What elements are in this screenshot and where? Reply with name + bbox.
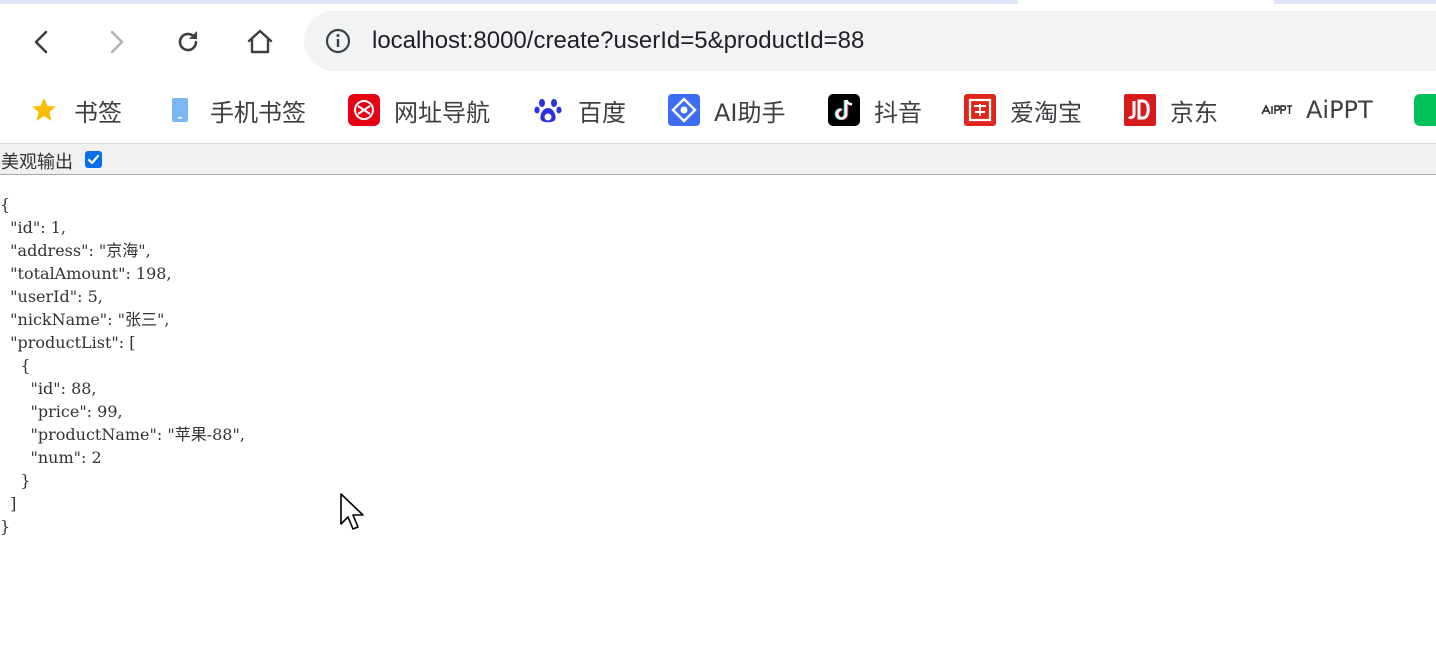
jd-icon — [1124, 94, 1156, 126]
home-button[interactable] — [240, 22, 280, 62]
bookmark-label: 京东 — [1170, 98, 1218, 127]
bookmark-aippt[interactable]: AiPPT — [1260, 90, 1373, 130]
json-line: "num": 2 — [0, 448, 102, 467]
back-button[interactable] — [22, 22, 62, 62]
page-toolbar: 美观输出 — [0, 143, 1436, 175]
star-icon — [28, 94, 60, 126]
json-line: "address": "京海", — [0, 241, 151, 260]
browser-toolbar: localhost:8000/create?userId=5&productId… — [0, 4, 1436, 80]
json-line: "productList": [ — [0, 333, 136, 352]
back-arrow-icon — [34, 30, 48, 54]
json-line: "id": 1, — [0, 218, 66, 237]
bookmark-label: 书签 — [74, 98, 122, 127]
iqiyi-icon — [1414, 94, 1436, 126]
baidu-paw-icon — [532, 94, 564, 126]
bookmark-mobile-bookmarks[interactable]: 手机书签 — [164, 90, 306, 130]
forward-button[interactable] — [96, 22, 136, 62]
pretty-print-checkbox[interactable] — [85, 151, 102, 168]
ai-assistant-icon — [668, 94, 700, 126]
bookmark-label: AiPPT — [1306, 96, 1373, 124]
bookmark-overflow[interactable] — [1414, 90, 1436, 130]
bookmark-label: 百度 — [578, 98, 626, 127]
douyin-icon — [828, 94, 860, 126]
json-line: { — [0, 356, 31, 375]
forward-arrow-icon — [110, 30, 124, 54]
json-line: "totalAmount": 198, — [0, 264, 172, 283]
json-line: ] — [0, 494, 17, 513]
bookmark-web-navigation[interactable]: 网址导航 — [348, 90, 490, 130]
bookmark-label: 网址导航 — [394, 98, 490, 127]
home-icon — [247, 29, 273, 54]
bookmark-label: 爱淘宝 — [1010, 98, 1082, 127]
json-line: "productName": "苹果-88", — [0, 425, 245, 444]
reload-icon — [178, 31, 198, 52]
json-line: "userId": 5, — [0, 287, 103, 306]
taobao-icon — [964, 94, 996, 126]
url-text[interactable]: localhost:8000/create?userId=5&productId… — [372, 27, 864, 55]
aippt-logo-icon — [1260, 94, 1292, 126]
phone-icon — [164, 94, 196, 126]
bookmark-ai-assistant[interactable]: AI助手 — [668, 90, 786, 130]
json-viewer: { "id": 1, "address": "京海", "totalAmount… — [0, 193, 245, 538]
reload-button[interactable] — [168, 22, 208, 62]
pretty-print-label: 美观输出 — [1, 152, 73, 173]
bookmark-label: 抖音 — [874, 98, 922, 127]
navigation-logo-icon — [348, 94, 380, 126]
bookmark-label: 手机书签 — [210, 98, 306, 127]
bookmark-label: AI助手 — [714, 98, 786, 127]
bookmark-baidu[interactable]: 百度 — [532, 90, 626, 130]
info-icon[interactable] — [324, 27, 352, 55]
bookmark-douyin[interactable]: 抖音 — [828, 90, 922, 130]
mouse-cursor-icon — [340, 493, 364, 530]
bookmark-jd[interactable]: 京东 — [1124, 90, 1218, 130]
bookmarks-bar: 书签 手机书签 网址导航 百度 AI助手 抖音 爱淘宝 京东 AiPPT — [0, 80, 1436, 142]
json-line: } — [0, 517, 11, 536]
json-line: "nickName": "张三", — [0, 310, 170, 329]
json-line: "price": 99, — [0, 402, 123, 421]
checkmark-icon — [87, 154, 100, 165]
json-line: } — [0, 471, 31, 490]
json-line: { — [0, 195, 11, 214]
bookmark-bookmarks[interactable]: 书签 — [28, 90, 122, 130]
address-bar[interactable]: localhost:8000/create?userId=5&productId… — [304, 11, 1436, 71]
bookmark-taobao[interactable]: 爱淘宝 — [964, 90, 1082, 130]
json-line: "id": 88, — [0, 379, 97, 398]
